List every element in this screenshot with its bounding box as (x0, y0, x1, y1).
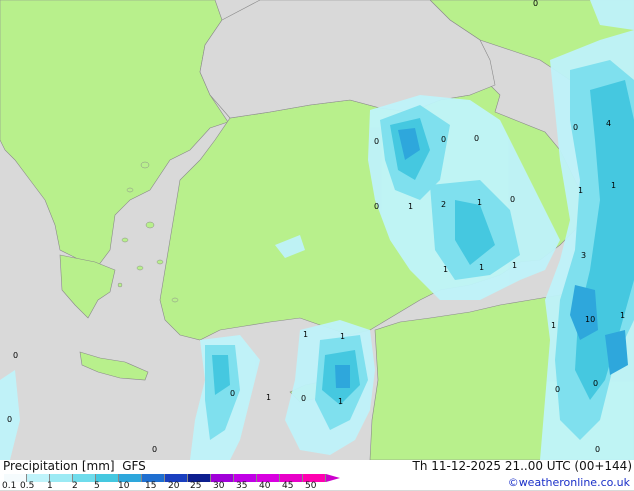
legend-title: Precipitation [mm] GFS (3, 459, 146, 473)
map-value-label: 0 (7, 415, 13, 424)
map-value-label: 1 (303, 330, 309, 339)
map-value-label: 0 (510, 195, 516, 204)
map-value-label: 10 (585, 315, 596, 324)
map-value-label: 3 (581, 251, 587, 260)
map-value-label: 0 (533, 0, 539, 8)
map-value-label: 1 (512, 261, 518, 270)
map-value-label: 1 (443, 265, 449, 274)
map-value-label: 4 (606, 119, 612, 128)
map-value-label: 1 (620, 311, 626, 320)
map-value-label: 0 (374, 137, 380, 146)
map-value-label: 1 (408, 202, 414, 211)
map-value-label: 1 (477, 198, 483, 207)
map-value-label: 1 (340, 332, 346, 341)
credit-link[interactable]: ©weatheronline.co.uk (508, 476, 630, 489)
map-value-label: 0 (474, 134, 480, 143)
map-value-label: 2 (441, 200, 447, 209)
map-value-label: 1 (551, 321, 557, 330)
map-value-label: 0 (301, 394, 307, 403)
map-value-label: 0 (374, 202, 380, 211)
map-value-label: 0 (441, 135, 447, 144)
map-value-label: 1 (338, 397, 344, 406)
map-value-label: 0 (595, 445, 601, 454)
map-value-label: 0 (13, 351, 19, 360)
map-value-label: 0 (555, 385, 561, 394)
map-value-label: 1 (479, 263, 485, 272)
map-value-label: 0 (573, 123, 579, 132)
map-value-label: 1 (266, 393, 272, 402)
map-value-label: 1 (611, 181, 617, 190)
map-value-label: 0 (593, 379, 599, 388)
map-value-label: 0 (230, 389, 236, 398)
run-time-info: Th 11-12-2025 21..00 UTC (00+144) (412, 459, 632, 473)
precipitation-map (0, 0, 634, 460)
map-value-label: 1 (578, 186, 584, 195)
map-value-label: 0 (152, 445, 158, 454)
